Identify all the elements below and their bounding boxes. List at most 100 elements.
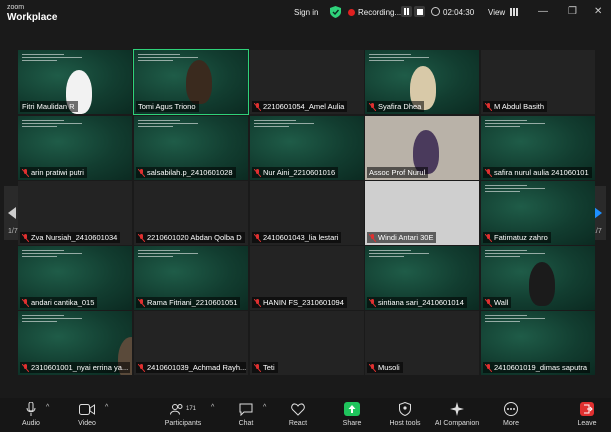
participant-tile[interactable]: salsabilah.p_2410601028	[134, 116, 248, 180]
participant-name-label: HANIN FS_2310601094	[252, 297, 347, 308]
participant-name-label: arin pratiwi putri	[20, 167, 87, 178]
participant-name: M Abdul Basith	[494, 102, 545, 111]
video-button[interactable]: Video	[74, 401, 100, 427]
participant-tile[interactable]: HANIN FS_2310601094	[250, 246, 364, 310]
share-screen-icon	[344, 402, 360, 416]
participant-tile[interactable]: 2210601020 Abdan Qolba D	[134, 181, 248, 245]
participant-name: 2410601019_dimas saputra	[494, 363, 587, 372]
participant-tile[interactable]: Fitri Maulidan R	[18, 50, 132, 114]
participant-tile[interactable]: 2410601019_dimas saputra	[481, 311, 595, 375]
participant-name: andari cantika_015	[31, 298, 95, 307]
participant-name: Assoc Prof Nurul	[369, 168, 426, 177]
muted-microphone-icon	[137, 298, 146, 307]
participant-name: Fatimatuz zahro	[494, 233, 548, 242]
participant-tile[interactable]: Wall	[481, 246, 595, 310]
video-options-caret[interactable]: ^	[105, 404, 108, 411]
ai-companion-button[interactable]: AI Companion	[433, 401, 481, 427]
host-shield-icon	[399, 402, 411, 416]
heart-icon	[291, 402, 305, 416]
audio-options-caret[interactable]: ^	[46, 404, 49, 411]
participant-name-label: 2210601054_Amel Aulia	[252, 101, 348, 112]
participant-name-label: Tomi Agus Triono	[136, 101, 199, 112]
microphone-icon	[26, 402, 36, 416]
participant-name-label: Zva Nursiah_2410601034	[20, 232, 121, 243]
muted-microphone-icon	[484, 168, 493, 177]
slide-header-decoration	[254, 118, 324, 127]
maximize-icon[interactable]: ❐	[568, 6, 577, 17]
slide-header-decoration	[485, 183, 555, 192]
participant-tile[interactable]: Fatimatuz zahro	[481, 181, 595, 245]
leave-button[interactable]: Leave	[575, 401, 599, 427]
share-button[interactable]: Share	[339, 401, 365, 427]
participant-name-label: Nur Aini_2210601016	[252, 167, 339, 178]
participant-name: Zva Nursiah_2410601034	[31, 233, 118, 242]
participant-name-label: Musoli	[367, 362, 403, 373]
participant-tile[interactable]: 2210601054_Amel Aulia	[250, 50, 364, 114]
chevron-left-icon	[8, 207, 16, 219]
meeting-timer: 02:04:30	[443, 8, 475, 17]
participant-name: Nur Aini_2210601016	[263, 168, 336, 177]
participant-name-label: andari cantika_015	[20, 297, 98, 308]
participant-tile[interactable]: Windi Antari 30E	[365, 181, 479, 245]
slide-header-decoration	[485, 248, 555, 257]
video-gallery: Fitri Maulidan R Tomi Agus Triono 22106010…	[18, 49, 596, 376]
slide-header-decoration	[138, 118, 208, 127]
participant-tile[interactable]: Musoli	[365, 311, 479, 375]
participant-count: 171	[185, 406, 196, 412]
sign-in-link[interactable]: Sign in	[294, 8, 318, 17]
participant-tile[interactable]: sintiana sari_2410601014	[365, 246, 479, 310]
muted-microphone-icon	[484, 102, 493, 111]
participant-tile[interactable]: 2410601043_lia lestari	[250, 181, 364, 245]
participant-tile[interactable]: Assoc Prof Nurul	[365, 116, 479, 180]
participant-name: Musoli	[378, 363, 400, 372]
participant-tile[interactable]: Syafira Dhea	[365, 50, 479, 114]
shield-icon[interactable]	[330, 6, 341, 18]
slide-header-decoration	[22, 52, 92, 61]
participant-tile[interactable]: andari cantika_015	[18, 246, 132, 310]
participants-button[interactable]: 171 Participants	[161, 401, 205, 427]
muted-microphone-icon	[368, 363, 377, 372]
participant-tile[interactable]: Teti	[250, 311, 364, 375]
chat-button[interactable]: Chat	[234, 401, 258, 427]
muted-microphone-icon	[253, 233, 262, 242]
host-tools-button[interactable]: Host tools	[387, 401, 423, 427]
close-icon[interactable]: ✕	[594, 6, 602, 17]
chat-icon	[239, 403, 253, 416]
participant-tile[interactable]: Tomi Agus Triono	[133, 49, 249, 115]
participant-name-label: 2410601039_Achmad Rayh...	[136, 362, 246, 373]
participant-name-label: Rama Fitriani_2210601051	[136, 297, 241, 308]
muted-microphone-icon	[484, 363, 493, 372]
muted-microphone-icon	[21, 363, 30, 372]
minimize-icon[interactable]: —	[538, 6, 548, 17]
more-button[interactable]: More	[500, 401, 522, 427]
participant-tile[interactable]: arin pratiwi putri	[18, 116, 132, 180]
participant-video-figure	[529, 262, 555, 306]
participant-name-label: sintiana sari_2410601014	[367, 297, 467, 308]
participant-tile[interactable]: M Abdul Basith	[481, 50, 595, 114]
participant-name: salsabilah.p_2410601028	[147, 168, 233, 177]
participants-icon	[169, 404, 183, 415]
chat-options-caret[interactable]: ^	[263, 404, 266, 411]
stop-recording-button[interactable]	[414, 6, 425, 17]
participant-tile[interactable]: Rama Fitriani_2210601051	[134, 246, 248, 310]
pause-recording-button[interactable]	[401, 6, 412, 17]
participant-tile[interactable]: 2310601001_nyai errina ya...	[18, 311, 132, 375]
participant-name: 2210601054_Amel Aulia	[263, 102, 345, 111]
participant-name-label: salsabilah.p_2410601028	[136, 167, 236, 178]
participant-tile[interactable]: safira nurul aulia 241060101	[481, 116, 595, 180]
participants-options-caret[interactable]: ^	[211, 404, 214, 411]
participant-name-label: Wall	[483, 297, 512, 308]
participant-tile[interactable]: 2410601039_Achmad Rayh...	[134, 311, 248, 375]
page-indicator-left: 1/7	[8, 228, 18, 235]
participant-name: 2410601039_Achmad Rayh...	[147, 363, 246, 372]
muted-microphone-icon	[253, 363, 262, 372]
participant-tile[interactable]: Zva Nursiah_2410601034	[18, 181, 132, 245]
react-button[interactable]: React	[285, 401, 311, 427]
pause-icon	[404, 8, 409, 15]
slide-header-decoration	[485, 313, 555, 322]
view-button[interactable]: View	[488, 8, 519, 17]
participant-name: Rama Fitriani_2210601051	[147, 298, 238, 307]
clock-icon	[431, 7, 440, 16]
participant-tile[interactable]: Nur Aini_2210601016	[250, 116, 364, 180]
audio-button[interactable]: Audio	[18, 401, 44, 427]
